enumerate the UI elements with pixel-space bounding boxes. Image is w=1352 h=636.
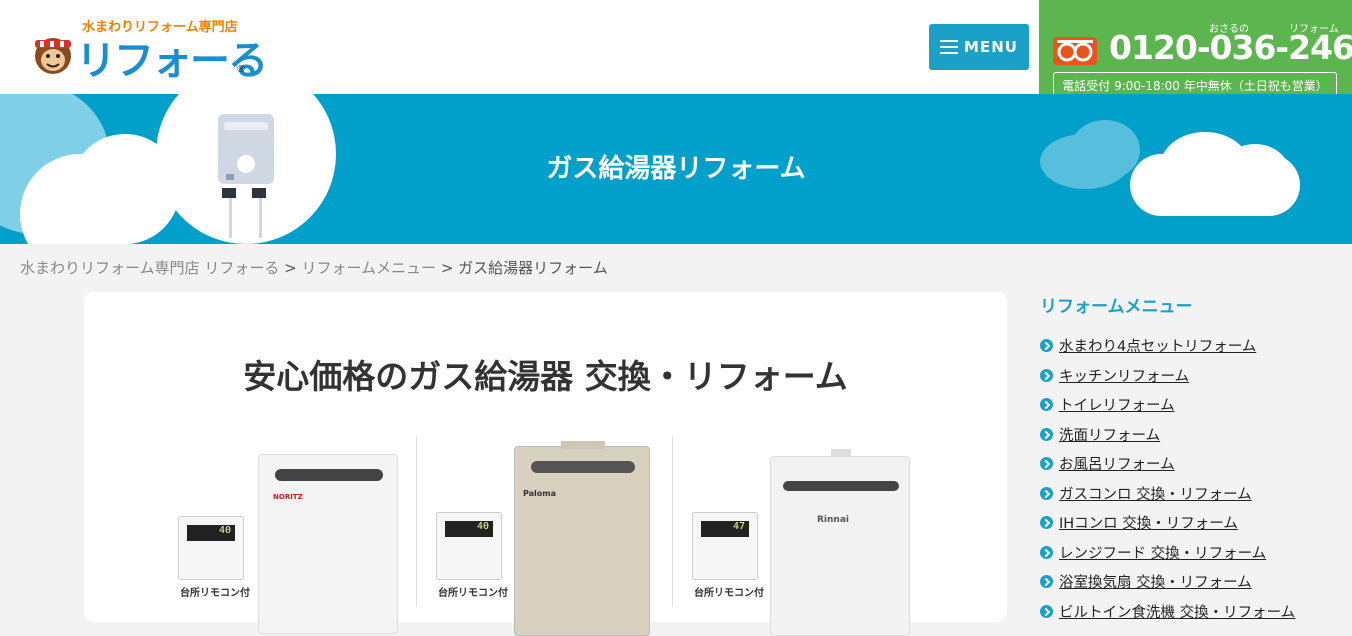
chevron-right-icon	[1040, 604, 1053, 618]
product-card-noritz[interactable]: 40 台所リモコン付 NORITZ	[174, 436, 404, 634]
remote-display: 47	[701, 521, 749, 537]
remote-display: 40	[445, 521, 493, 537]
breadcrumb-current: ガス給湯器リフォーム	[458, 259, 608, 277]
sidebar-menu: リフォームメニュー 水まわり4点セットリフォーム キッチンリフォーム トイレリフ…	[1040, 292, 1340, 626]
monkey-mascot-icon	[35, 38, 71, 74]
main-content-card: 安心価格のガス給湯器 交換・リフォーム 40 台所リモコン付 NORITZ 40…	[84, 292, 1007, 636]
remote-label: 台所リモコン付	[438, 588, 508, 599]
sidebar-title: リフォームメニュー	[1040, 297, 1193, 317]
chevron-right-icon	[1040, 545, 1053, 559]
hero-banner: ガス給湯器リフォーム	[0, 94, 1352, 244]
logo-registered-mark: ®	[236, 64, 246, 75]
heater-brand: NORITZ	[273, 493, 303, 501]
chevron-right-icon	[1040, 575, 1053, 589]
sidebar-item-4set[interactable]: 水まわり4点セットリフォーム	[1040, 331, 1340, 361]
remote-label: 台所リモコン付	[694, 588, 764, 599]
hamburger-icon	[940, 40, 959, 54]
breadcrumb-separator: >	[440, 259, 454, 277]
sidebar-item-toilet[interactable]: トイレリフォーム	[1040, 390, 1340, 420]
product-divider	[672, 436, 673, 606]
remote-display: 40	[187, 525, 235, 541]
product-card-rinnai[interactable]: 47 台所リモコン付 Rinnai	[688, 436, 918, 636]
sidebar-item-bath-fan[interactable]: 浴室換気扇 交換・リフォーム	[1040, 567, 1340, 597]
sidebar-item-kitchen[interactable]: キッチンリフォーム	[1040, 361, 1340, 391]
gas-heater-image: NORITZ	[258, 454, 398, 634]
section-title: 安心価格のガス給湯器 交換・リフォーム	[243, 357, 848, 396]
chevron-right-icon	[1040, 398, 1053, 412]
site-header: 水まわりリフォーム専門店 リフォーる ® MENU おさるの リフォーム 012…	[0, 0, 1352, 124]
chevron-right-icon	[1040, 368, 1053, 382]
gas-heater-image: Rinnai	[770, 449, 910, 636]
menu-button-label: MENU	[964, 38, 1018, 56]
remote-label: 台所リモコン付	[180, 588, 250, 599]
kitchen-remote-image: 47	[692, 512, 758, 580]
chevron-right-icon	[1040, 516, 1053, 530]
sidebar-item-bath[interactable]: お風呂リフォーム	[1040, 449, 1340, 479]
sidebar-item-ih-stove[interactable]: IHコンロ 交換・リフォーム	[1040, 508, 1340, 538]
phone-number[interactable]: 0120-036-246	[1109, 28, 1352, 67]
kitchen-remote-image: 40	[178, 516, 244, 580]
logo-name: リフォーる	[76, 38, 268, 84]
sidebar-item-dishwasher[interactable]: ビルトイン食洗機 交換・リフォーム	[1040, 597, 1340, 627]
freedial-icon	[1053, 37, 1097, 65]
gas-heater-image: Paloma	[514, 441, 650, 636]
breadcrumb-reform-menu[interactable]: リフォームメニュー	[301, 259, 436, 277]
site-logo[interactable]: 水まわりリフォーム専門店 リフォーる ®	[32, 14, 268, 84]
sidebar-item-gas-stove[interactable]: ガスコンロ 交換・リフォーム	[1040, 479, 1340, 509]
chevron-right-icon	[1040, 457, 1053, 471]
breadcrumb-home[interactable]: 水まわりリフォーム専門店 リフォーる	[20, 259, 279, 277]
menu-button[interactable]: MENU	[929, 24, 1029, 70]
product-card-paloma[interactable]: 40 台所リモコン付 Paloma	[432, 436, 662, 636]
breadcrumb: 水まわりリフォーム専門店 リフォーる > リフォームメニュー > ガス給湯器リフ…	[20, 257, 608, 278]
product-divider	[416, 436, 417, 606]
chevron-right-icon	[1040, 339, 1053, 353]
sidebar-list: 水まわり4点セットリフォーム キッチンリフォーム トイレリフォーム 洗面リフォー…	[1040, 331, 1340, 626]
heater-brand: Paloma	[523, 489, 557, 498]
heater-brand: Rinnai	[817, 515, 849, 525]
kitchen-remote-image: 40	[436, 512, 502, 580]
page-title: ガス給湯器リフォーム	[546, 154, 806, 184]
sidebar-item-range-hood[interactable]: レンジフード 交換・リフォーム	[1040, 538, 1340, 568]
chevron-right-icon	[1040, 486, 1053, 500]
breadcrumb-separator: >	[284, 259, 297, 277]
sidebar-item-washroom[interactable]: 洗面リフォーム	[1040, 420, 1340, 450]
chevron-right-icon	[1040, 427, 1053, 441]
